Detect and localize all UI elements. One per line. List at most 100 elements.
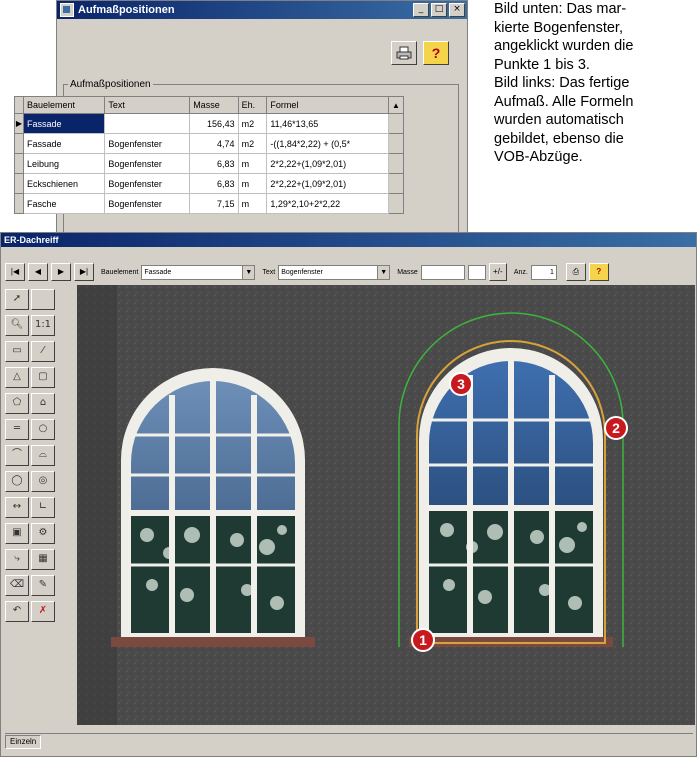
cell-text[interactable]: Bogenfenster (104, 153, 191, 174)
text-label: Text (262, 268, 276, 276)
masse-field[interactable] (420, 264, 465, 280)
line-tool[interactable]: ⁄ (31, 341, 55, 362)
bauelement-select[interactable]: Fassade ▼ (141, 264, 256, 280)
blank-tool[interactable] (31, 289, 55, 310)
cell-bauelement[interactable]: Eckschienen (22, 173, 106, 194)
arch-tool[interactable]: ⌓ (31, 445, 55, 466)
cell-bauelement[interactable]: Fasche (22, 193, 106, 214)
cell-formel[interactable]: 2*2,22+(1,09*2,01) (266, 153, 389, 174)
cell-formel[interactable]: -((1,84*2,22) + (0,5* (266, 133, 389, 154)
delete-tool[interactable]: ✗ (31, 601, 55, 622)
ring-tool[interactable]: ◎ (31, 471, 55, 492)
print-button[interactable]: ⎙ (565, 263, 586, 281)
measure-tool[interactable]: ↔ (5, 497, 29, 518)
cell-eh[interactable]: m2 (237, 133, 268, 154)
cell-masse[interactable]: 6,83 (189, 173, 239, 194)
help-button[interactable]: ? (423, 41, 449, 65)
cell-bauelement[interactable]: Fassade (22, 113, 106, 134)
column-header-bauelement[interactable]: Bauelement (22, 96, 106, 114)
minimize-button[interactable]: _ (413, 3, 429, 17)
text-select[interactable]: Bogenfenster ▼ (278, 264, 391, 280)
marker-point-1[interactable]: 1 (411, 628, 435, 652)
chevron-down-icon[interactable]: ▼ (242, 265, 255, 279)
cell-formel[interactable]: 1,29*2,10+2*2,22 (266, 193, 389, 214)
print-button[interactable] (391, 41, 417, 65)
cell-masse[interactable]: 6,83 (189, 153, 239, 174)
scale-tool[interactable]: 1:1 (31, 315, 55, 336)
pointer-tool[interactable]: ➚ (5, 289, 29, 310)
cell-masse[interactable]: 7,15 (189, 193, 239, 214)
arc-tool[interactable]: ⌒ (5, 445, 29, 466)
last-record-button[interactable]: ▶| (74, 263, 94, 281)
table-row[interactable]: Fassade Bogenfenster 4,74 m2 -((1,84*2,2… (14, 133, 404, 154)
marker-point-2[interactable]: 2 (604, 416, 628, 440)
table-row[interactable]: Eckschienen Bogenfenster 6,83 m 2*2,22+(… (14, 173, 404, 194)
zoom-tool[interactable]: 🔍︎ (5, 315, 29, 336)
scroll-track[interactable] (388, 153, 404, 174)
column-header-eh[interactable]: Eh. (237, 96, 268, 114)
settings-tool[interactable]: ⚙ (31, 523, 55, 544)
cell-bauelement[interactable]: Leibung (22, 153, 106, 174)
dialog-titlebar[interactable]: Aufmaßpositionen _ □ × (57, 1, 467, 19)
column-header-formel[interactable]: Formel (266, 96, 389, 114)
pen-tool[interactable]: ✎ (31, 575, 55, 596)
scroll-thumb[interactable] (388, 113, 404, 134)
scroll-track[interactable] (388, 173, 404, 194)
cell-text[interactable]: Bogenfenster (104, 193, 191, 214)
cell-bauelement[interactable]: Fassade (22, 133, 106, 154)
cell-text[interactable]: Bogenfenster (104, 173, 191, 194)
polygon-tool[interactable]: ⬠ (5, 393, 29, 414)
cell-text[interactable]: Bogenfenster (104, 133, 191, 154)
cell-masse[interactable]: 4,74 (189, 133, 239, 154)
cell-masse[interactable]: 156,43 (189, 113, 239, 134)
caption-line: kierte Bogenfenster, (494, 19, 623, 36)
table-row[interactable]: Leibung Bogenfenster 6,83 m 2*2,22+(1,09… (14, 153, 404, 174)
row-indicator (14, 173, 24, 194)
scroll-up-button[interactable]: ▲ (388, 96, 404, 114)
prev-record-button[interactable]: ◀ (28, 263, 48, 281)
grid-tool[interactable]: ▦ (31, 549, 55, 570)
table-row[interactable]: ▶ Fassade 156,43 m2 11,46*13,65 (14, 113, 404, 134)
scroll-track[interactable] (388, 133, 404, 154)
rectangle-tool[interactable]: ▭ (5, 341, 29, 362)
chevron-down-icon[interactable]: ▼ (377, 265, 390, 279)
dialog-title: Aufmaßpositionen (78, 4, 175, 16)
frame-tool[interactable]: ▢ (31, 367, 55, 388)
parallel-tool[interactable]: ═ (5, 419, 29, 440)
masse-unit-field[interactable] (467, 264, 486, 280)
left-arched-window (111, 368, 315, 647)
circle-tool[interactable]: ○ (31, 419, 55, 440)
status-bar: Einzeln (5, 733, 693, 750)
main-titlebar[interactable]: ER-Dachreiff (1, 233, 696, 247)
scroll-track[interactable] (388, 193, 404, 214)
ellipse-tool[interactable]: ◯ (5, 471, 29, 492)
cell-formel[interactable]: 2*2,22+(1,09*2,01) (266, 173, 389, 194)
image-tool[interactable]: ▣ (5, 523, 29, 544)
column-header-text[interactable]: Text (104, 96, 191, 114)
close-button[interactable]: × (449, 3, 465, 17)
cell-text[interactable] (104, 113, 191, 134)
triangle-tool[interactable]: △ (5, 367, 29, 388)
add-subtract-button[interactable]: +/- (488, 263, 507, 281)
marker-point-3[interactable]: 3 (449, 372, 473, 396)
table-row[interactable]: Fasche Bogenfenster 7,15 m 1,29*2,10+2*2… (14, 193, 404, 214)
bauelement-select-value: Fassade (144, 268, 172, 276)
corner-tool[interactable]: ∟ (31, 497, 55, 518)
next-record-button[interactable]: ▶ (51, 263, 71, 281)
cell-formel[interactable]: 11,46*13,65 (266, 113, 389, 134)
facade-photo-canvas[interactable]: 1 2 3 (77, 285, 695, 725)
cell-eh[interactable]: m2 (237, 113, 268, 134)
anz-field[interactable]: 1 (530, 264, 557, 280)
gable-tool[interactable]: ⌂ (31, 393, 55, 414)
column-header-masse[interactable]: Masse (189, 96, 239, 114)
help-button[interactable]: ? (588, 263, 609, 281)
curve-tool[interactable]: ⤷ (5, 549, 29, 570)
cell-eh[interactable]: m (237, 173, 268, 194)
cell-eh[interactable]: m (237, 153, 268, 174)
cell-eh[interactable]: m (237, 193, 268, 214)
first-record-button[interactable]: |◀ (5, 263, 25, 281)
undo-tool[interactable]: ↶ (5, 601, 29, 622)
maximize-button[interactable]: □ (431, 3, 447, 17)
eraser-tool[interactable]: ⌫ (5, 575, 29, 596)
row-indicator-header (14, 96, 24, 114)
